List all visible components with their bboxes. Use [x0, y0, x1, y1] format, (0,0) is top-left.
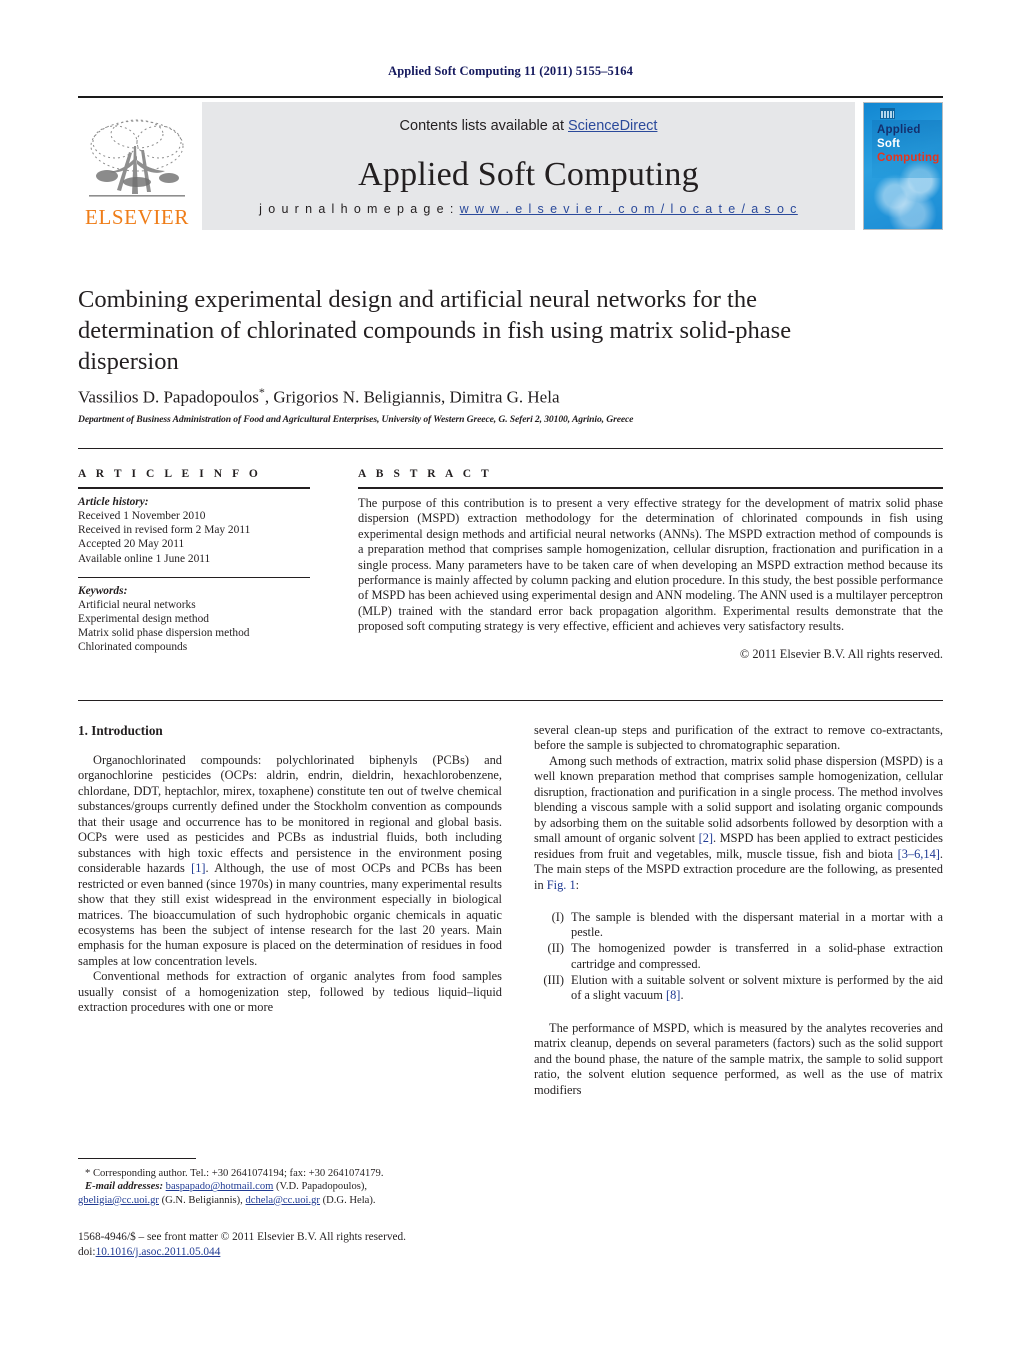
list-item-text: Elution with a suitable solvent or solve…	[571, 972, 943, 1003]
list-item-number: (III)	[543, 972, 564, 987]
list-item: (II) The homogenized powder is transferr…	[534, 941, 943, 972]
list-item: (I) The sample is blended with the dispe…	[534, 910, 943, 941]
article-history-item: Available online 1 June 2011	[78, 552, 211, 565]
keywords-divider	[78, 576, 310, 578]
doi-line: doi:10.1016/j.asoc.2011.05.044	[78, 1245, 518, 1260]
journal-homepage-link[interactable]: w w w . e l s e v i e r . c o m / l o c …	[460, 202, 798, 216]
cover-title-line2: Soft	[877, 138, 901, 150]
journal-banner: Contents lists available at ScienceDirec…	[202, 102, 855, 230]
homepage-label: j o u r n a l h o m e p a g e :	[259, 202, 460, 216]
cover-title-line3: Computing	[877, 152, 940, 164]
list-item-number: (I)	[551, 909, 564, 924]
article-history-item: Received 1 November 2010	[78, 510, 206, 522]
corresponding-author-note: * Corresponding author. Tel.: +30 264107…	[85, 1168, 384, 1179]
mspd-steps-list: (I) The sample is blended with the dispe…	[534, 910, 943, 1004]
elsevier-logo: ELSEVIER	[78, 102, 196, 230]
abstract-heading: A B S T R A C T	[358, 468, 493, 480]
author-list: Vassilios D. Papadopoulos*, Grigorios N.…	[78, 385, 560, 407]
list-item: (III) Elution with a suitable solvent or…	[534, 973, 943, 1004]
email-link[interactable]: gbeligia@cc.uoi.gr	[78, 1195, 159, 1206]
abstract-text: The purpose of this contribution is to p…	[358, 496, 943, 634]
email-owner: (G.N. Beligiannis),	[161, 1194, 243, 1206]
keyword-item: Chlorinated compounds	[78, 641, 188, 654]
page-title: Combining experimental design and artifi…	[78, 286, 792, 375]
paragraph: several clean-up steps and purification …	[534, 723, 943, 753]
article-info-block: A R T I C L E I N F O Article history: R…	[78, 468, 310, 655]
info-rule-top	[78, 448, 943, 449]
email-addresses-label: E-mail addresses:	[85, 1181, 163, 1193]
paragraph: The performance of MSPD, which is measur…	[534, 1020, 943, 1097]
email-addresses-line-2: gbeligia@cc.uoi.gr (G.N. Beligiannis), d…	[78, 1194, 502, 1207]
body-column-left: 1. Introduction Organochlorinated compou…	[78, 723, 502, 1016]
paragraph: Organochlorinated compounds: polychlorin…	[78, 753, 502, 968]
journal-title: Applied Soft Computing	[358, 156, 699, 193]
journal-masthead: ELSEVIER Contents lists available at Sci…	[78, 96, 943, 230]
footnote-rule	[78, 1158, 196, 1159]
keyword-item: Artificial neural networks	[78, 598, 196, 611]
doi-link[interactable]: 10.1016/j.asoc.2011.05.044	[96, 1246, 221, 1258]
article-history-label: Article history:	[78, 496, 149, 508]
doi-label: doi:	[78, 1245, 96, 1258]
list-item-text: The sample is blended with the dispersan…	[571, 909, 943, 940]
journal-homepage-line: j o u r n a l h o m e p a g e : w w w . …	[202, 202, 855, 216]
sciencedirect-link[interactable]: ScienceDirect	[568, 118, 657, 134]
journal-article-page: Applied Soft Computing 11 (2011) 5155–51…	[0, 0, 1021, 1351]
paragraph: Conventional methods for extraction of o…	[78, 969, 502, 1015]
abstract-divider	[358, 487, 943, 489]
imprint-block: 1568-4946/$ – see front matter © 2011 El…	[78, 1230, 518, 1259]
section-heading-introduction: 1. Introduction	[78, 723, 163, 738]
cover-title-line1: Applied	[877, 124, 921, 136]
abstract-copyright: © 2011 Elsevier B.V. All rights reserved…	[739, 646, 943, 661]
keywords-label: Keywords:	[78, 584, 128, 597]
elsevier-wordmark: ELSEVIER	[85, 205, 189, 229]
elsevier-tree-icon	[89, 119, 185, 197]
author-affiliation: Department of Business Administration of…	[78, 414, 634, 425]
keyword-item: Experimental design method	[78, 613, 209, 626]
cover-emblem-icon	[880, 108, 895, 119]
contents-prefix: Contents lists available at	[399, 118, 568, 134]
article-history-item: Accepted 20 May 2011	[78, 538, 185, 551]
journal-cover-thumbnail: Applied Soft Computing	[863, 102, 943, 230]
body-column-right: several clean-up steps and purification …	[534, 723, 943, 1098]
article-info-divider	[78, 487, 310, 489]
list-item-text: The homogenized powder is transferred in…	[571, 941, 943, 971]
paragraph: Among such methods of extraction, matrix…	[534, 753, 944, 892]
issn-line: 1568-4946/$ – see front matter © 2011 El…	[78, 1231, 406, 1243]
article-history-item: Received in revised form 2 May 2011	[78, 524, 251, 537]
list-item-number: (II)	[547, 941, 564, 956]
email-owner: (D.G. Hela).	[322, 1194, 376, 1206]
article-info-heading: A R T I C L E I N F O	[78, 468, 262, 480]
email-owner: (V.D. Papadopoulos),	[276, 1181, 368, 1193]
running-head: Applied Soft Computing 11 (2011) 5155–51…	[388, 64, 633, 78]
abstract-block: A B S T R A C T The purpose of this cont…	[358, 468, 943, 662]
info-rule-bottom	[78, 700, 943, 701]
email-link[interactable]: baspapado@hotmail.com	[166, 1181, 274, 1192]
footnote-block: * Corresponding author. Tel.: +30 264107…	[78, 1158, 502, 1207]
email-addresses-line: E-mail addresses: baspapado@hotmail.com …	[78, 1180, 502, 1193]
contents-available-line: Contents lists available at ScienceDirec…	[400, 118, 658, 134]
keyword-item: Matrix solid phase dispersion method	[78, 627, 250, 640]
email-link[interactable]: dchela@cc.uoi.gr	[245, 1195, 319, 1206]
